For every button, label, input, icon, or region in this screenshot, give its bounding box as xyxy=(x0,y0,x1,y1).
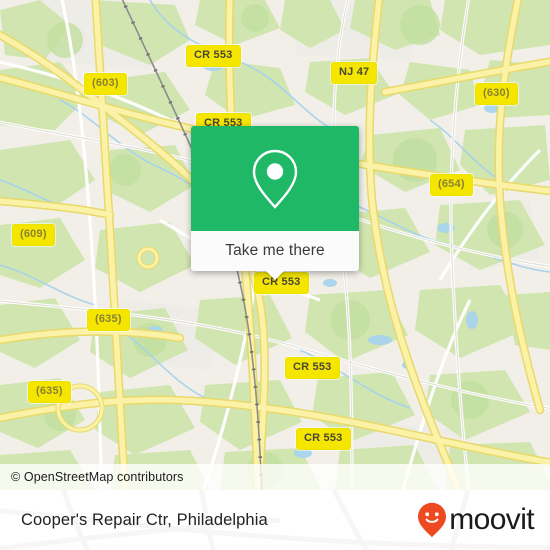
map-canvas[interactable]: CR 553 (603) NJ 47 (630) CR 553 (654) (609) CR … xyxy=(0,0,550,490)
road-shield: (603) xyxy=(84,73,127,95)
road-shield: (635) xyxy=(28,381,71,403)
moovit-pin-icon xyxy=(418,502,447,538)
card-pointer-tail xyxy=(265,270,285,280)
road-shield: CR 553 xyxy=(296,428,351,450)
road-shield: (630) xyxy=(475,83,518,105)
footer-bar: Cooper's Repair Ctr, Philadelphia moovit xyxy=(0,490,550,550)
place-title: Cooper's Repair Ctr, Philadelphia xyxy=(21,510,268,529)
poi-card-header xyxy=(191,126,359,231)
road-shield: CR 553 xyxy=(186,45,241,67)
road-shield: (609) xyxy=(12,224,55,246)
poi-action-card[interactable]: Take me there xyxy=(191,126,359,280)
road-shield: (635) xyxy=(87,309,130,331)
map-pin-icon xyxy=(252,149,298,209)
moovit-map-screen: CR 553 (603) NJ 47 (630) CR 553 (654) (609) CR … xyxy=(0,0,550,550)
road-shield: (654) xyxy=(430,174,473,196)
road-shield: NJ 47 xyxy=(331,62,378,84)
poi-card-footer[interactable]: Take me there xyxy=(191,231,359,280)
moovit-logo[interactable]: moovit xyxy=(417,502,535,538)
road-shield: CR 553 xyxy=(285,357,340,379)
osm-attribution[interactable]: © OpenStreetMap contributors xyxy=(0,470,184,484)
moovit-wordmark: moovit xyxy=(449,503,534,536)
take-me-there-label: Take me there xyxy=(225,242,325,259)
map-attribution-bar: © OpenStreetMap contributors xyxy=(0,464,550,490)
